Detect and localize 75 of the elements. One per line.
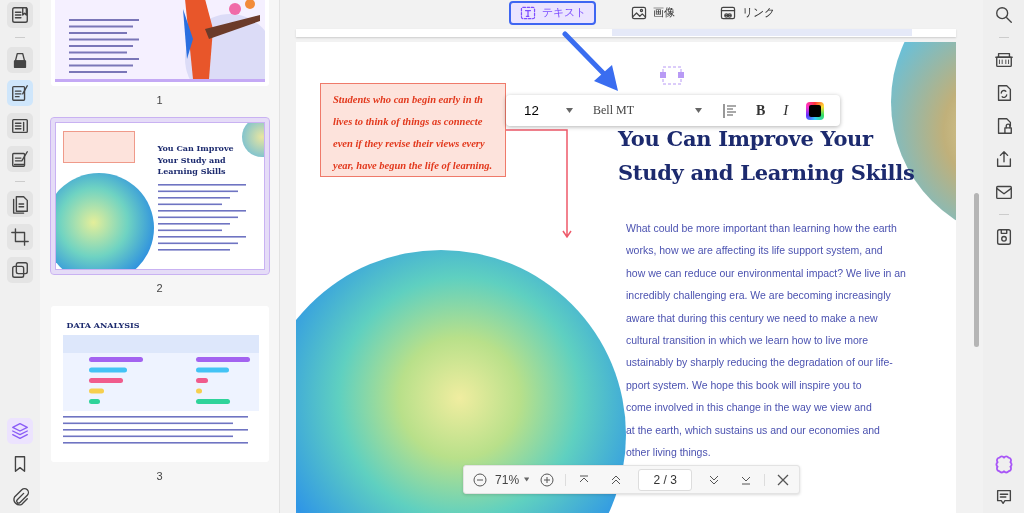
thumbnail-heading: DATA ANALYSIS <box>66 320 141 330</box>
scanner-icon <box>993 50 1014 70</box>
sidebar-tool-button[interactable] <box>7 80 33 106</box>
document-pen-icon <box>10 83 30 103</box>
page-number: 1 <box>156 94 163 108</box>
sidebar-tool-button[interactable] <box>7 257 33 283</box>
italic-button[interactable]: I <box>783 102 789 119</box>
chart-bar <box>88 367 127 373</box>
layers-icon <box>10 421 30 441</box>
edit-mode-tab[interactable]: テキスト <box>508 0 596 25</box>
book-icon <box>10 5 30 25</box>
font-name-dropdown[interactable]: Bell MT <box>593 103 677 118</box>
chart-bar <box>88 388 104 394</box>
align-button[interactable] <box>722 102 738 119</box>
chart-bar <box>88 399 100 404</box>
page-number: 3 <box>156 470 163 484</box>
clover-logo-icon <box>993 454 1014 474</box>
sidebar-tool-button[interactable] <box>7 2 33 28</box>
caret-icon <box>566 108 573 113</box>
selection-handles[interactable] <box>660 66 684 85</box>
body-text-line: pport system. We hope this book will inspire you to <box>626 377 863 393</box>
body-text-line: works, how we are affecting its life support system, and <box>626 243 884 259</box>
align-left-icon <box>722 102 738 119</box>
body-text-line: at the earth, which sustains us and our economies and <box>626 422 881 438</box>
caret-icon <box>524 477 530 482</box>
body-text-line: how we can reduce our environmental impact? We live in an <box>626 265 907 281</box>
callout-text-line: Students who can begin early in th <box>333 93 483 106</box>
caret-icon <box>695 108 702 113</box>
body-text-line: ustainably by sharply reducing the degradation of our life- <box>626 355 894 371</box>
chart-bar <box>195 367 229 373</box>
edit-mode-tab[interactable]: リンク <box>708 0 785 25</box>
page-heading: You Can Improve Your Study and Learning Skills <box>618 125 916 187</box>
page-number: 2 <box>156 282 163 296</box>
callout-text-line: even if they revise their views every <box>333 137 485 150</box>
bold-button[interactable]: B <box>756 102 766 119</box>
zoom-out-icon <box>473 472 487 487</box>
paperclip-icon <box>10 487 30 507</box>
body-text-line: What could be more important than learning how the earth <box>626 221 898 236</box>
close-icon <box>776 472 790 487</box>
edit-mode-tab[interactable]: 画像 <box>619 0 685 25</box>
page-thumbnail[interactable]: You Can Improve Your Study and Learning Skills <box>50 118 269 274</box>
chart-bar <box>195 388 202 394</box>
page-number-field[interactable]: 2 / 3 <box>638 468 693 491</box>
chart-bar <box>88 378 123 383</box>
scrollbar-thumb[interactable] <box>974 193 979 347</box>
callout-text-line: lives to think of things as connecte <box>333 115 483 128</box>
crop-icon <box>10 227 30 247</box>
zoom-level-dropdown[interactable]: 71% <box>494 472 521 487</box>
search-icon <box>993 5 1014 25</box>
sidebar-tool-button[interactable] <box>7 191 33 217</box>
sidebar-tool-button[interactable] <box>7 146 33 172</box>
font-size-dropdown[interactable]: 12 <box>524 103 548 118</box>
body-text-line: aware that during this century we need to make a new <box>626 310 879 326</box>
form-icon <box>10 116 30 136</box>
chart-bar <box>88 357 143 362</box>
zoom-in-icon <box>540 472 555 487</box>
sidebar-tool-button[interactable] <box>7 418 33 444</box>
signature-icon <box>10 149 30 169</box>
overlapping-squares-icon <box>10 260 30 280</box>
body-text-line: cultural transition in which we learn how to live more <box>626 333 870 349</box>
callout-text-line: year, have begun the life of learning. <box>333 159 493 172</box>
text-color-button[interactable] <box>806 101 825 120</box>
documents-icon <box>10 194 30 214</box>
body-text-line: other living things. <box>626 445 712 461</box>
callout-box[interactable]: Students who can begin early in th lives to think of things as connecte even if they revise their views every year, have begun the life of learning. <box>320 83 506 177</box>
body-text-line: incredibly challenging era. We are becoming increasingly <box>626 288 892 304</box>
sidebar-tool-button[interactable] <box>7 224 33 250</box>
chart-bar <box>195 357 250 362</box>
body-text-line: come involved in this change in the way we view and <box>626 400 873 416</box>
thumbnail-heading: You Can Improve Your Study and Learning Skills <box>157 143 235 178</box>
chart-bar <box>195 399 230 404</box>
chart-bar <box>195 378 208 383</box>
page-thumbnail[interactable]: DATA ANALYSIS <box>50 306 269 462</box>
sidebar-tool-button[interactable] <box>7 113 33 139</box>
sidebar-tool-button[interactable] <box>7 47 33 73</box>
